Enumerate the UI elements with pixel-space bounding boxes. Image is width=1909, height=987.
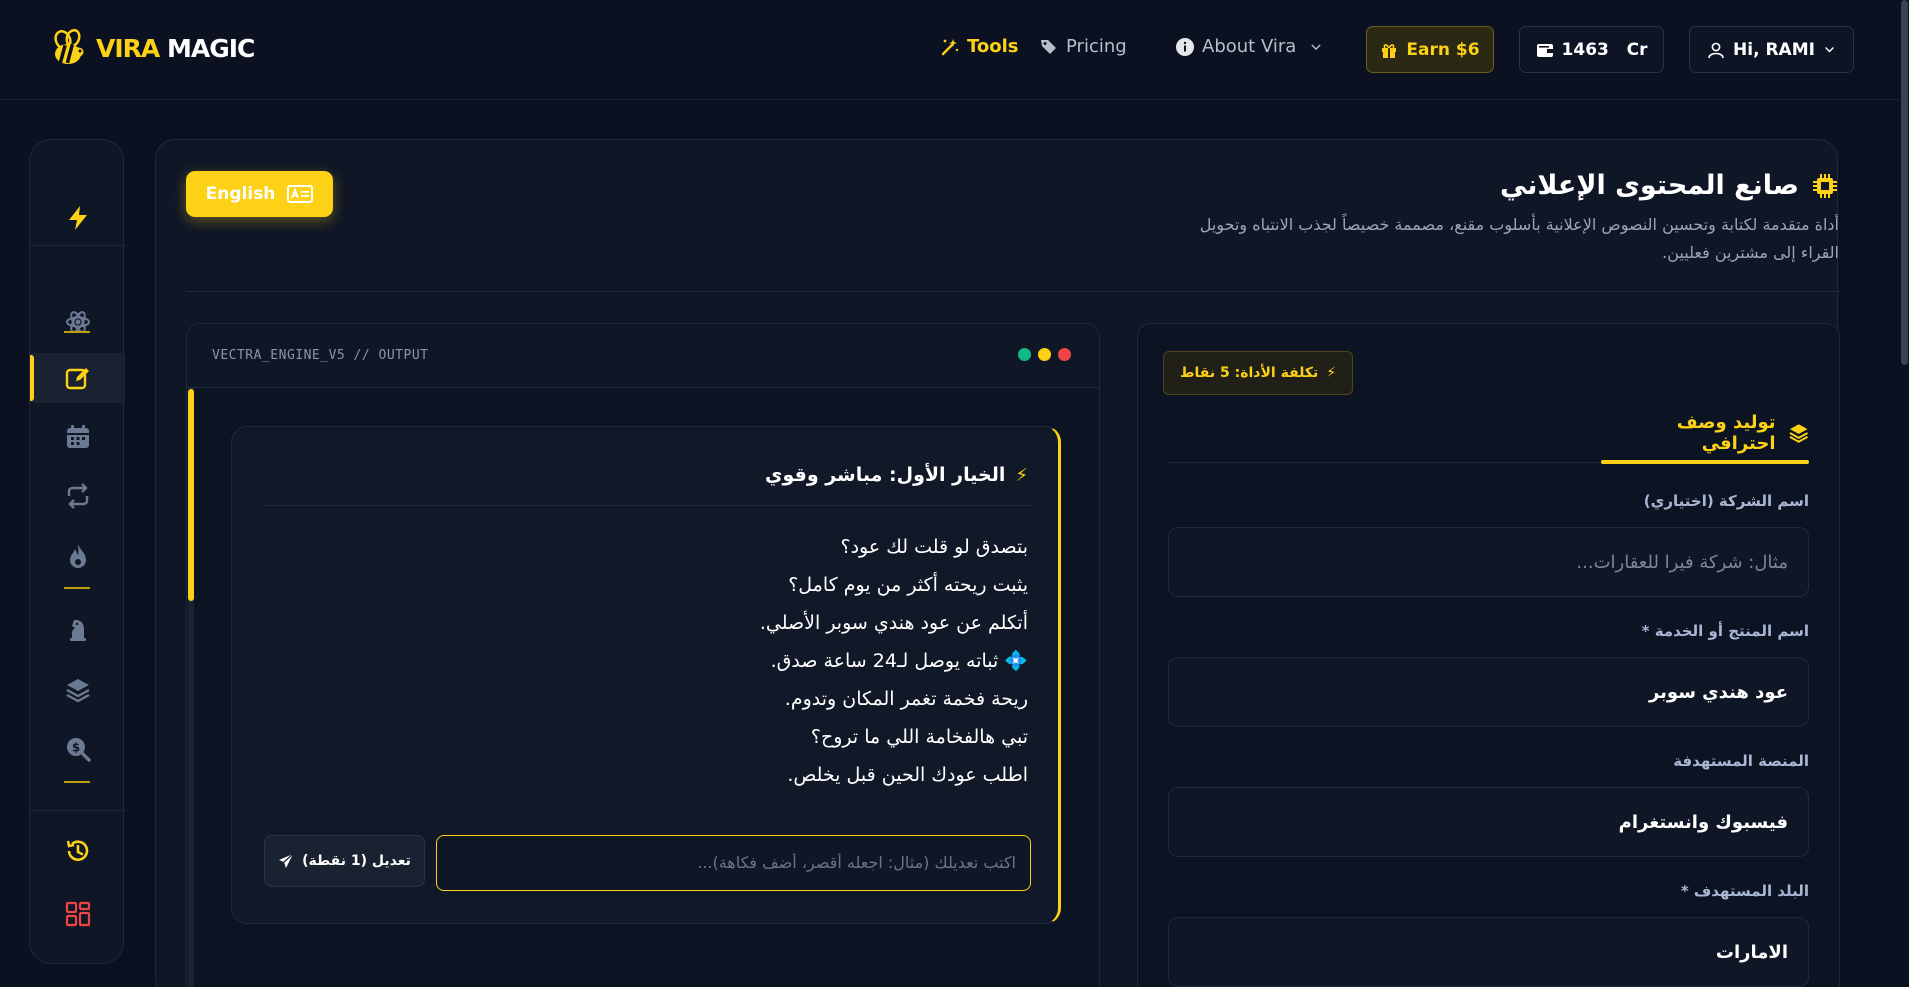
page-scroll-thumb[interactable] (1901, 0, 1908, 365)
search-dollar-icon: $ (66, 738, 91, 762)
chess-knight-icon (69, 619, 86, 641)
edit-icon (65, 368, 89, 390)
tags-icon (1041, 39, 1056, 54)
country-input[interactable] (1168, 917, 1809, 987)
page-title-text: صانع المحتوى الإعلاني (1499, 170, 1799, 201)
sidebar-item-ad-writer[interactable] (30, 353, 125, 403)
sidebar-item-layers[interactable] (30, 665, 125, 715)
logo[interactable]: VIRA MAGIC (48, 28, 255, 68)
language-label: English (205, 184, 276, 204)
product-input[interactable] (1168, 657, 1809, 727)
page-scrollbar[interactable] (1900, 0, 1909, 987)
chip-icon (1813, 173, 1837, 198)
tab-label: توليد وصف احترافي (1676, 412, 1776, 454)
company-input[interactable] (1168, 527, 1809, 597)
grid-icon (65, 901, 90, 927)
lightning-icon (68, 206, 87, 230)
output-header: VECTRA_ENGINE_V5 // OUTPUT (187, 324, 1099, 388)
option-line: أتكلم عن عود هندي سوبر الأصلي. (759, 612, 1028, 634)
credits-button[interactable]: 1463 Cr (1519, 26, 1664, 73)
status-dot-red (1058, 348, 1071, 361)
nav-tools[interactable]: Tools (940, 36, 1019, 57)
page-title: صانع المحتوى الإعلاني (1500, 170, 1839, 201)
user-menu[interactable]: Hi, RAMI (1689, 26, 1854, 73)
nav-tools-label: Tools (967, 36, 1019, 57)
sidebar-item-trending[interactable] (30, 531, 125, 581)
svg-text:$: $ (71, 741, 79, 755)
company-label: اسم الشركة (اختياري) (1643, 492, 1809, 510)
lightning-icon: ⚡ (1326, 365, 1337, 381)
page-description: أداة متقدمة لكتابة وتحسين النصوص الإعلان… (1199, 215, 1839, 262)
earn-label: Earn $6 (1406, 39, 1480, 60)
platform-select[interactable] (1168, 787, 1809, 857)
language-icon (287, 185, 314, 203)
sidebar-item-repurpose[interactable] (30, 471, 125, 521)
wallet-icon (1536, 43, 1553, 57)
top-nav: VIRA MAGIC Tools Pricing About Vira Earn… (0, 0, 1909, 100)
option-line: بتصدق لو قلت لك عود؟ (840, 536, 1028, 558)
option-line: 💠 ثباته يوصل لـ24 ساعة صدق. (770, 650, 1028, 672)
layers-icon (1789, 424, 1808, 443)
tab-generate-description[interactable]: توليد وصف احترافي (1601, 402, 1809, 464)
fire-icon (69, 544, 86, 568)
option-line: اطلب عودك الحين قبل يخلص. (787, 764, 1028, 786)
edit-button-label: تعديل (1 نقطة) (302, 853, 411, 869)
option-title: ⚡ الخيار الأول: مباشر وقوي (765, 464, 1028, 486)
option-text: بتصدق لو قلت لك عود؟ يثبت ريحته أكثر من … (760, 528, 1028, 794)
user-icon (1708, 42, 1724, 58)
brand-part2: MAGIC (166, 33, 255, 63)
edit-submit-button[interactable]: تعديل (1 نقطة) (264, 835, 425, 887)
lightning-icon: ⚡ (1015, 464, 1028, 486)
nav-pricing[interactable]: Pricing (1039, 36, 1127, 57)
nav-about-label: About Vira (1202, 36, 1297, 57)
info-icon (1176, 37, 1194, 56)
sidebar-item-calendar[interactable] (30, 412, 125, 462)
option-line: يثبت ريحته أكثر من يوم كامل؟ (788, 574, 1028, 596)
header-divider (186, 291, 1840, 292)
credits-label: 1463 Cr (1561, 39, 1648, 60)
calendar-icon (66, 425, 89, 448)
platform-label: المنصة المستهدفة (1673, 752, 1809, 770)
user-label: Hi, RAMI (1733, 39, 1815, 60)
layers-icon (65, 679, 90, 703)
history-icon (66, 840, 88, 861)
sidebar-item-pricing-analysis[interactable]: $ (30, 724, 125, 774)
status-dot-green (1018, 348, 1031, 361)
sidebar-item-quick[interactable] (30, 193, 125, 243)
cost-badge-text: تكلفة الأداة: 5 نقاط (1180, 365, 1319, 381)
earn-button[interactable]: Earn $6 (1366, 26, 1494, 73)
sidebar-item-history[interactable] (30, 826, 125, 876)
cost-badge: ⚡ تكلفة الأداة: 5 نقاط (1163, 351, 1354, 395)
bee-logo-icon (54, 28, 84, 64)
sidebar-item-atom[interactable] (30, 297, 125, 347)
country-label: البلد المستهدف * (1680, 882, 1809, 900)
option-title-text: الخيار الأول: مباشر وقوي (765, 464, 1006, 486)
sidebar-item-strategy[interactable] (30, 605, 125, 655)
sidebar: $ (29, 139, 125, 964)
output-scroll-thumb[interactable] (188, 389, 194, 601)
status-dot-yellow (1038, 348, 1051, 361)
edit-input[interactable] (436, 835, 1031, 891)
chevron-down-icon (1825, 47, 1834, 53)
chevron-down-icon (1311, 43, 1321, 50)
magic-wand-icon (941, 38, 959, 55)
form-panel: ⚡ تكلفة الأداة: 5 نقاط توليد وصف احترافي… (1137, 323, 1840, 987)
language-toggle-button[interactable]: English (186, 171, 333, 217)
option-line: تبي هالفخامة اللي ما تروح؟ (810, 726, 1028, 748)
nav-pricing-label: Pricing (1066, 36, 1127, 57)
repeat-icon (67, 483, 88, 509)
product-label: اسم المنتج أو الخدمة * (1641, 622, 1809, 640)
output-label: VECTRA_ENGINE_V5 // OUTPUT (212, 348, 429, 363)
sidebar-item-dashboard[interactable] (30, 889, 125, 939)
nav-about[interactable]: About Vira (1175, 36, 1323, 57)
option-line: ريحة فخمة تغمر المكان وتدوم. (784, 688, 1028, 710)
gift-icon (1382, 43, 1397, 58)
brand-part1: VIRA (96, 33, 160, 63)
option-card: ⚡ الخيار الأول: مباشر وقوي بتصدق لو قلت … (231, 426, 1061, 924)
paper-plane-icon (279, 853, 294, 868)
